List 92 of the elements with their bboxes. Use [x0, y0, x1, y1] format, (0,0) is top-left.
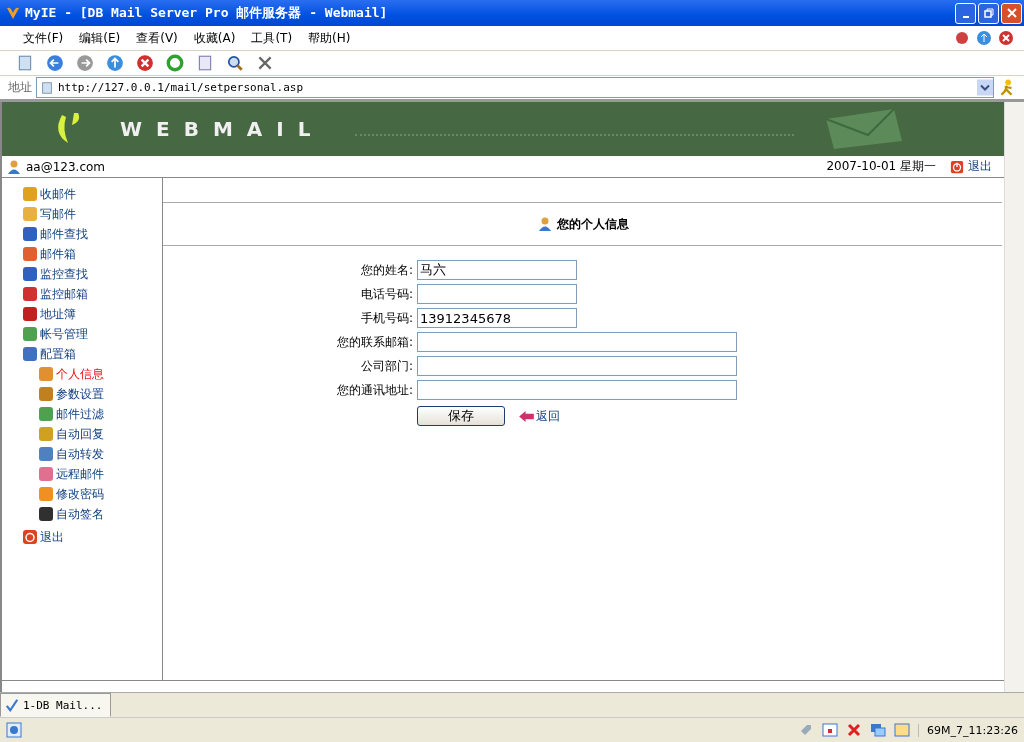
- sidebar-item[interactable]: 退出: [40, 528, 64, 546]
- sidebar-item[interactable]: 远程邮件: [56, 465, 104, 483]
- menu-item[interactable]: 文件(F): [18, 29, 69, 47]
- logo-text: WEBMAIL: [120, 117, 325, 141]
- back-icon[interactable]: [46, 54, 64, 72]
- sidebar-item[interactable]: 写邮件: [40, 205, 76, 223]
- input-field[interactable]: [417, 284, 577, 304]
- input-field[interactable]: [417, 380, 737, 400]
- person-icon: [536, 216, 553, 232]
- window-title: MyIE - [DB Mail Server Pro 邮件服务器 - Webmail]: [25, 4, 389, 22]
- form-title: 您的个人信息: [556, 215, 629, 233]
- window-icon[interactable]: [822, 722, 839, 738]
- checkmark-icon: [5, 698, 19, 712]
- tile-icon: [38, 466, 54, 482]
- tile-icon: [22, 246, 38, 262]
- windows-icon[interactable]: [870, 722, 887, 738]
- browser-tab[interactable]: 1-DB Mail...: [0, 693, 112, 717]
- person-icon: [6, 158, 22, 175]
- minimize-icon: [962, 16, 969, 18]
- user-email: aa@123.com: [26, 159, 106, 174]
- sidebar-item[interactable]: 自动签名: [56, 505, 104, 523]
- sidebar-item[interactable]: 自动回复: [56, 425, 104, 443]
- document-icon[interactable]: [196, 54, 214, 72]
- tile-icon: [22, 346, 38, 362]
- sidebar-item[interactable]: 修改密码: [56, 485, 104, 503]
- page-icon[interactable]: [16, 54, 34, 72]
- field-label: 公司部门:: [359, 357, 413, 375]
- restore-icon: [983, 8, 994, 18]
- tile-icon: [38, 486, 54, 502]
- tile-icon: [22, 186, 38, 202]
- close-button[interactable]: [1001, 2, 1022, 24]
- menu-item[interactable]: 工具(T): [246, 29, 298, 47]
- scrollbar[interactable]: [1004, 102, 1024, 692]
- sidebar-item[interactable]: 邮件查找: [40, 225, 88, 243]
- refresh-icon[interactable]: [166, 54, 184, 72]
- power-icon: [22, 529, 38, 545]
- tile-icon: [38, 426, 54, 442]
- tile-icon: [22, 286, 38, 302]
- sidebar-item[interactable]: 配置箱: [40, 345, 76, 363]
- envelope-icon: [824, 107, 904, 151]
- tile-icon: [22, 266, 38, 282]
- input-field[interactable]: [417, 356, 737, 376]
- address-label: 地址: [8, 79, 32, 96]
- sidebar-item[interactable]: 个人信息: [56, 365, 104, 383]
- search-icon[interactable]: [226, 54, 244, 72]
- sidebar-item[interactable]: 收邮件: [40, 185, 76, 203]
- field-label: 电话号码:: [359, 285, 413, 303]
- field-label: 您的通讯地址:: [335, 381, 413, 399]
- close-icon[interactable]: [846, 722, 863, 738]
- sidebar-item[interactable]: 帐号管理: [40, 325, 88, 343]
- back-link[interactable]: 返回: [536, 407, 560, 425]
- menu-item[interactable]: 帮助(H): [303, 29, 356, 47]
- field-label: 手机号码:: [359, 309, 413, 327]
- input-field[interactable]: [417, 332, 737, 352]
- minimize-button[interactable]: [955, 2, 976, 24]
- power-icon[interactable]: [950, 159, 964, 174]
- sidebar-item[interactable]: 参数设置: [56, 385, 104, 403]
- dropdown-icon[interactable]: [977, 79, 993, 96]
- save-button[interactable]: 保存: [417, 406, 505, 426]
- sidebar-item[interactable]: 邮件箱: [40, 245, 76, 263]
- left-arrow-icon: [519, 410, 534, 422]
- close-icon: [1006, 8, 1017, 18]
- tile-icon: [22, 206, 38, 222]
- address-field[interactable]: http://127.0.0.1/mail/setpersonal.asp: [36, 77, 994, 98]
- tile-icon: [38, 366, 54, 382]
- stop-icon[interactable]: [136, 54, 154, 72]
- logout-link[interactable]: 退出: [968, 158, 992, 175]
- menu-item[interactable]: 编辑(E): [74, 29, 126, 47]
- tile-icon: [22, 326, 38, 342]
- field-label: 您的姓名:: [359, 261, 413, 279]
- sidebar-item[interactable]: 监控查找: [40, 265, 88, 283]
- page-icon: [40, 80, 54, 95]
- input-field[interactable]: 13912345678: [417, 308, 577, 328]
- tile-icon: [38, 406, 54, 422]
- input-field[interactable]: 马六: [417, 260, 577, 280]
- sidebar-item[interactable]: 监控邮箱: [40, 285, 88, 303]
- tile-icon: [38, 386, 54, 402]
- tile-icon: [22, 226, 38, 242]
- menu-item[interactable]: 查看(V): [131, 29, 183, 47]
- tile-icon: [38, 446, 54, 462]
- field-label: 您的联系邮箱:: [335, 333, 413, 351]
- restore-button[interactable]: [978, 2, 999, 24]
- close-icon[interactable]: [998, 30, 1014, 46]
- tile-icon: [38, 506, 54, 522]
- sidebar-item[interactable]: 自动转发: [56, 445, 104, 463]
- status-text: 69M_7_11:23:26: [918, 723, 1018, 737]
- sidebar-item[interactable]: 地址簿: [40, 305, 76, 323]
- tile-icon: [22, 306, 38, 322]
- date-text: 2007-10-01 星期一: [826, 158, 936, 175]
- forward-icon[interactable]: [76, 54, 94, 72]
- menu-item[interactable]: 收藏(A): [188, 29, 241, 47]
- sidebar-item[interactable]: 邮件过滤: [56, 405, 104, 423]
